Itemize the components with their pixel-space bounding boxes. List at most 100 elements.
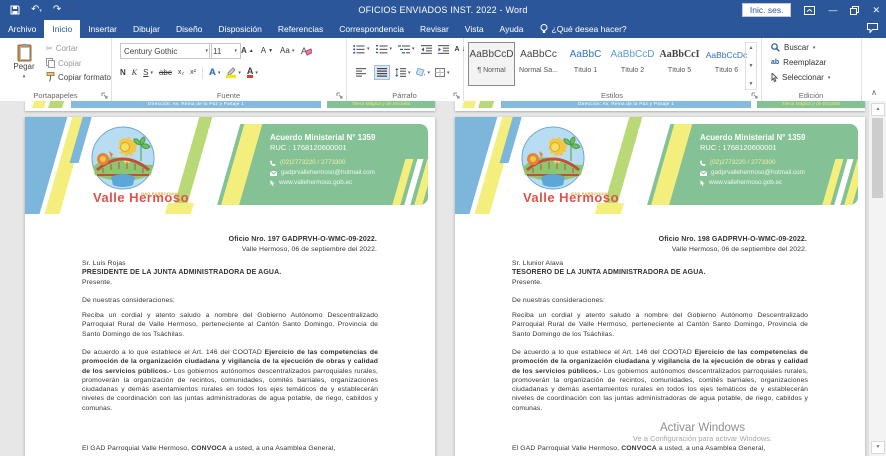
scroll-up-icon[interactable]: ▲ <box>871 103 885 116</box>
vertical-scrollbar[interactable]: ▲ ▼ <box>868 101 886 456</box>
cut-button[interactable]: ✂Cortar <box>46 44 78 53</box>
group-edicion: Buscar▾ abReemplazar Seleccionar▾ Edició… <box>761 38 862 101</box>
italic-button[interactable]: K <box>132 68 137 77</box>
document-page-1[interactable]: Valle Hermoso GAD PARROQUIAL Acuerdo Min… <box>25 117 435 456</box>
sign-in-button[interactable]: Inic. ses. <box>742 3 792 17</box>
shading-button[interactable]: ▾ <box>416 68 431 77</box>
document-page-2[interactable]: Valle Hermoso GAD PARROQUIAL Acuerdo Min… <box>455 117 865 456</box>
tab-inicio[interactable]: Inicio <box>44 20 80 38</box>
find-button[interactable]: Buscar▾ <box>771 43 815 52</box>
tab-ayuda[interactable]: Ayuda <box>492 20 532 38</box>
previous-page-bottom-right[interactable]: Dirección: Av. Reina de la Paz y Pasaje … <box>455 101 865 111</box>
borders-button[interactable]: ▾ <box>435 68 450 77</box>
recipient-title: TESORERO DE LA JUNTA ADMINISTRADORA DE A… <box>512 268 706 277</box>
increase-indent-icon[interactable] <box>438 45 449 54</box>
styles-scroll-up-icon[interactable]: ▲ <box>749 45 754 51</box>
styles-more-icon[interactable]: ▼ <box>749 81 754 87</box>
tab-diseno[interactable]: Diseño <box>168 20 210 38</box>
line-spacing-button[interactable]: ▾ <box>395 68 411 77</box>
multilevel-list-button[interactable]: ▾ <box>398 45 415 54</box>
copy-button[interactable]: Copiar <box>46 58 82 68</box>
group-fuente: Century Gothic▾ 11▾ A▲ A▼ Aa▾ A N K S ▾ a… <box>111 38 347 101</box>
chevron-down-icon: ▾ <box>234 48 237 54</box>
strikethrough-button[interactable]: abc <box>159 68 172 77</box>
scroll-down-icon[interactable]: ▼ <box>871 441 885 454</box>
decrease-indent-icon[interactable] <box>421 45 432 54</box>
format-painter-button[interactable]: Copiar formato <box>46 72 111 82</box>
styles-dialog-launcher-icon[interactable] <box>751 92 758 99</box>
phone-number: (02)2773220 / 2773300 <box>280 158 345 168</box>
paragraph-3: El GAD Parroquial Valle Hermoso, CONVOCA… <box>512 444 808 453</box>
tab-archivo[interactable]: Archivo <box>0 20 44 38</box>
recipient-title: PRESIDENTE DE LA JUNTA ADMINISTRADORA DE… <box>82 268 281 277</box>
word-window: ↶▾ ↷ ▾ OFICIOS ENVIADOS INST. 2022 - Wor… <box>0 0 886 456</box>
font-size-select[interactable]: 11▾ <box>209 43 241 59</box>
scrollbar-thumb[interactable] <box>872 118 883 198</box>
copy-icon <box>46 58 55 68</box>
style-titulo-2[interactable]: AaBbCcDTítulo 2 <box>609 42 656 86</box>
bullets-button[interactable]: ▾ <box>353 45 370 54</box>
highlight-color-button[interactable] <box>226 67 236 78</box>
previous-page-bottom-left[interactable]: Dirección: Av. Reina de la Paz y Pasaje … <box>25 101 435 111</box>
gad-valle-hermoso-logo <box>89 125 157 191</box>
tab-referencias[interactable]: Referencias <box>270 20 331 38</box>
styles-scroll-down-icon[interactable]: ▼ <box>749 63 754 69</box>
group-estilos: AaBbCcD¶ Normal AaBbCcNormal Sa... AaBbC… <box>463 38 762 101</box>
replace-button[interactable]: abReemplazar <box>771 58 826 67</box>
oficio-number: Oficio Nro. 197 GADPRVH-O-WMC-09-2022. <box>229 235 377 244</box>
title-bar: ↶▾ ↷ ▾ OFICIOS ENVIADOS INST. 2022 - Wor… <box>0 0 886 20</box>
paragraph-2: De acuerdo a lo que establece el Art. 14… <box>512 348 808 413</box>
tell-me-box[interactable]: ¿Qué desea hacer? <box>532 20 635 38</box>
numbering-button[interactable]: ▾ <box>376 45 393 54</box>
subscript-button[interactable]: x₂ <box>178 69 184 76</box>
letter-date: Valle Hermoso, 06 de septiembre del 2022… <box>672 245 807 254</box>
align-left-button[interactable] <box>353 65 369 80</box>
header-info-box: Acuerdo Ministerial N° 1359 RUC : 176812… <box>638 124 858 205</box>
style-titulo-1[interactable]: AaBbCTítulo 1 <box>562 42 609 86</box>
letter-date: Valle Hermoso, 06 de septiembre del 2022… <box>242 245 377 254</box>
email-icon <box>270 171 277 176</box>
tab-correspondencia[interactable]: Correspondencia <box>331 20 412 38</box>
cursor-icon <box>270 180 275 186</box>
website: www.vallehermoso.gob.ec <box>279 178 352 188</box>
superscript-button[interactable]: x² <box>190 69 196 76</box>
paragraph-dialog-launcher-icon[interactable] <box>453 92 460 99</box>
justify-button[interactable] <box>374 65 390 80</box>
tab-insertar[interactable]: Insertar <box>80 20 125 38</box>
style-normal[interactable]: AaBbCcD¶ Normal <box>468 42 515 86</box>
tab-revisar[interactable]: Revisar <box>412 20 457 38</box>
select-button[interactable]: Seleccionar▾ <box>771 73 830 82</box>
style-titulo-5[interactable]: AaBbCcITítulo 5 <box>656 42 703 86</box>
email-address: gadprvallehermoso@hotmail.com <box>281 168 375 178</box>
font-name-select[interactable]: Century Gothic▾ <box>120 43 212 59</box>
ribbon-display-options-icon[interactable] <box>804 6 815 15</box>
restore-button[interactable] <box>850 6 859 15</box>
grow-font-button[interactable]: A▲ <box>241 46 254 55</box>
group-parrafo: ▾ ▾ ▾ A↓ ¶ ▾ ▾ ▾ Párrafo <box>346 38 464 101</box>
font-dialog-launcher-icon[interactable] <box>336 92 343 99</box>
collapse-ribbon-icon[interactable]: ∧ <box>871 88 877 97</box>
style-titulo-6[interactable]: AaBbCcDcTítulo 6 <box>703 42 750 86</box>
tab-disposicion[interactable]: Disposición <box>210 20 269 38</box>
text-effects-button[interactable]: A <box>209 67 216 78</box>
gad-valle-hermoso-logo <box>519 125 587 191</box>
paragraph-3: El GAD Parroquial Valle Hermoso, CONVOCA… <box>82 444 378 453</box>
style-normal-sa[interactable]: AaBbCcNormal Sa... <box>515 42 562 86</box>
minimize-button[interactable]: — <box>828 0 837 20</box>
underline-button[interactable]: S <box>143 68 148 77</box>
document-area: Dirección: Av. Reina de la Paz y Pasaje … <box>0 101 886 456</box>
font-color-button[interactable]: A <box>247 67 254 78</box>
shrink-font-button[interactable]: A▼ <box>261 46 273 55</box>
replace-icon: ab <box>771 59 779 66</box>
comments-icon[interactable] <box>867 23 878 38</box>
paste-button[interactable]: Pegar ▾ <box>8 43 40 80</box>
paragraph-1: Reciba un cordial y atento saludo a nomb… <box>512 311 808 339</box>
tab-dibujar[interactable]: Dibujar <box>125 20 168 38</box>
close-button[interactable]: ✕ <box>872 0 880 20</box>
tab-vista[interactable]: Vista <box>457 20 492 38</box>
clipboard-dialog-launcher-icon[interactable] <box>101 92 108 99</box>
bold-button[interactable]: N <box>120 68 126 77</box>
presente-line: Presente. <box>82 278 112 287</box>
clear-formatting-icon[interactable]: A <box>301 46 312 56</box>
change-case-button[interactable]: Aa▾ <box>280 46 294 55</box>
